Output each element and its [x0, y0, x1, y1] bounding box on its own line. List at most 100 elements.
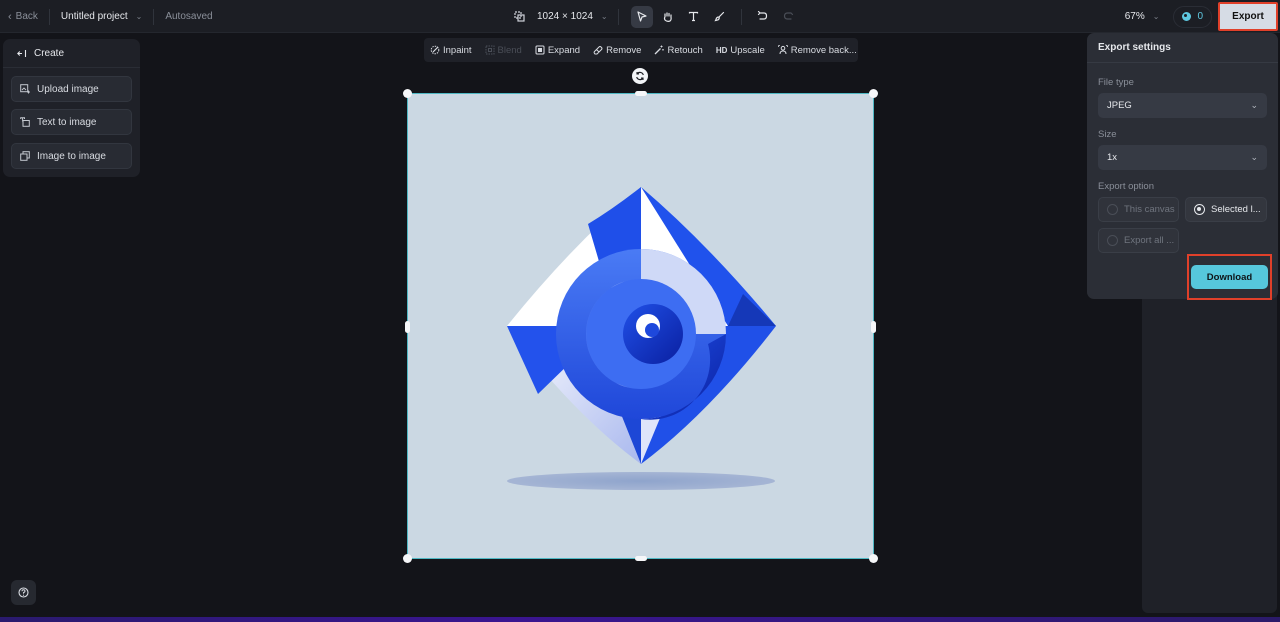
credits-count: 0 [1197, 11, 1203, 22]
project-name: Untitled project [60, 11, 128, 22]
chevron-down-icon: ⌄ [135, 12, 143, 21]
radio-icon [1107, 204, 1118, 215]
brush-tool[interactable] [709, 6, 731, 28]
redo-button[interactable] [778, 6, 800, 28]
undo-button[interactable] [752, 6, 774, 28]
remove-button[interactable]: Remove [593, 45, 641, 56]
cursor-arrow-icon [637, 11, 647, 22]
export-settings-title: Export settings [1087, 33, 1278, 63]
blend-icon [485, 45, 495, 55]
autosave-status: Autosaved [165, 11, 213, 22]
image-to-image-icon [20, 151, 30, 161]
zoom-level: 67% [1124, 11, 1145, 22]
blend-label: Blend [497, 44, 522, 56]
download-highlight: Download [1187, 254, 1272, 300]
radio-selected-icon [1194, 204, 1205, 215]
resize-handle-top-left[interactable] [403, 89, 412, 98]
size-value: 1x [1107, 152, 1118, 163]
right-side-panel [1142, 290, 1277, 613]
file-type-select[interactable]: JPEG ⌄ [1098, 93, 1267, 118]
export-button[interactable]: Export [1218, 2, 1278, 31]
resize-handle-right[interactable] [871, 321, 876, 333]
redo-icon [783, 12, 794, 20]
remove-background-button[interactable]: Remove back... [777, 44, 857, 56]
radio-icon [1107, 235, 1118, 246]
logo-shadow [507, 472, 775, 490]
upload-image-icon [20, 84, 30, 94]
file-type-label: File type [1098, 77, 1134, 88]
upload-image-label: Upload image [37, 83, 99, 95]
undo-icon [757, 11, 768, 20]
upload-image-button[interactable]: Upload image [11, 76, 132, 102]
collapse-left-icon [17, 49, 27, 57]
canvas-size: 1024 × 1024 [537, 11, 593, 22]
export-label: Export [1232, 11, 1264, 22]
select-tool[interactable] [630, 5, 653, 28]
help-icon [18, 587, 29, 598]
text-to-image-label: Text to image [37, 116, 97, 128]
option-this-canvas[interactable]: This canvas [1098, 197, 1179, 222]
resize-handle-left[interactable] [405, 321, 410, 333]
text-to-image-icon [20, 117, 30, 127]
hd-icon: HD [715, 45, 728, 55]
option-export-all[interactable]: Export all ... [1098, 228, 1179, 253]
hand-icon [663, 11, 672, 22]
help-button[interactable] [11, 580, 36, 605]
magic-wand-icon [654, 45, 665, 55]
generated-logo-image [507, 187, 776, 490]
image-to-image-button[interactable]: Image to image [11, 143, 132, 169]
chevron-down-icon: ⌄ [1152, 12, 1160, 21]
top-bar: ‹ Back Untitled project ⌄ Autosaved 1024… [0, 0, 1280, 33]
divider [153, 8, 155, 25]
rotate-icon [636, 71, 644, 81]
canvas-image[interactable] [403, 89, 878, 563]
inpaint-icon [430, 45, 440, 55]
size-label: Size [1098, 129, 1117, 140]
option-selected-layers[interactable]: Selected l... [1185, 197, 1267, 222]
chevron-down-icon: ⌄ [600, 12, 608, 21]
create-title: Create [34, 47, 65, 59]
credit-icon [1182, 12, 1192, 21]
retouch-label: Retouch [667, 44, 703, 56]
inpaint-button[interactable]: Inpaint [430, 45, 472, 56]
back-button[interactable]: ‹ Back [8, 11, 38, 23]
option-label: Export all ... [1124, 235, 1175, 246]
resize-handle-bottom-left[interactable] [403, 554, 412, 563]
divider [617, 8, 619, 25]
hand-tool[interactable] [657, 6, 679, 28]
resize-handle-bottom-right[interactable] [869, 554, 878, 563]
remove-background-label: Remove back... [790, 44, 857, 56]
text-to-image-button[interactable]: Text to image [11, 109, 132, 135]
option-label: This canvas [1124, 204, 1175, 215]
remove-label: Remove [606, 44, 642, 56]
project-name-dropdown[interactable]: Untitled project ⌄ [61, 11, 142, 22]
expand-label: Expand [547, 44, 581, 56]
create-panel-header[interactable]: Create [3, 39, 140, 68]
canvas-size-dropdown[interactable]: 1024 × 1024 ⌄ [537, 11, 608, 22]
text-icon [688, 11, 699, 22]
bottom-edge [0, 617, 1280, 622]
chevron-down-icon: ⌄ [1250, 152, 1258, 162]
size-select[interactable]: 1x ⌄ [1098, 145, 1267, 170]
rotate-handle[interactable] [632, 68, 648, 84]
resize-handle-bottom[interactable] [635, 556, 647, 561]
resize-handle-top[interactable] [635, 91, 647, 96]
expand-button[interactable]: Expand [535, 45, 580, 56]
upscale-button[interactable]: HD Upscale [716, 45, 765, 56]
chevron-down-icon: ⌄ [1250, 100, 1258, 110]
blend-button[interactable]: Blend [485, 45, 522, 56]
download-button[interactable]: Download [1191, 265, 1268, 289]
resize-canvas-icon[interactable] [510, 8, 528, 26]
resize-handle-top-right[interactable] [869, 89, 878, 98]
text-tool[interactable] [683, 6, 705, 28]
credits-badge[interactable]: 0 [1173, 5, 1212, 28]
expand-icon [535, 45, 545, 55]
retouch-button[interactable]: Retouch [654, 44, 703, 56]
image-to-image-label: Image to image [37, 150, 106, 162]
upscale-label: Upscale [730, 44, 765, 56]
brush-icon [714, 11, 725, 22]
divider [740, 8, 742, 25]
zoom-dropdown[interactable]: 67% ⌄ [1125, 11, 1160, 22]
create-panel: Create Upload image Text to image Image … [3, 39, 140, 177]
divider [48, 8, 50, 25]
